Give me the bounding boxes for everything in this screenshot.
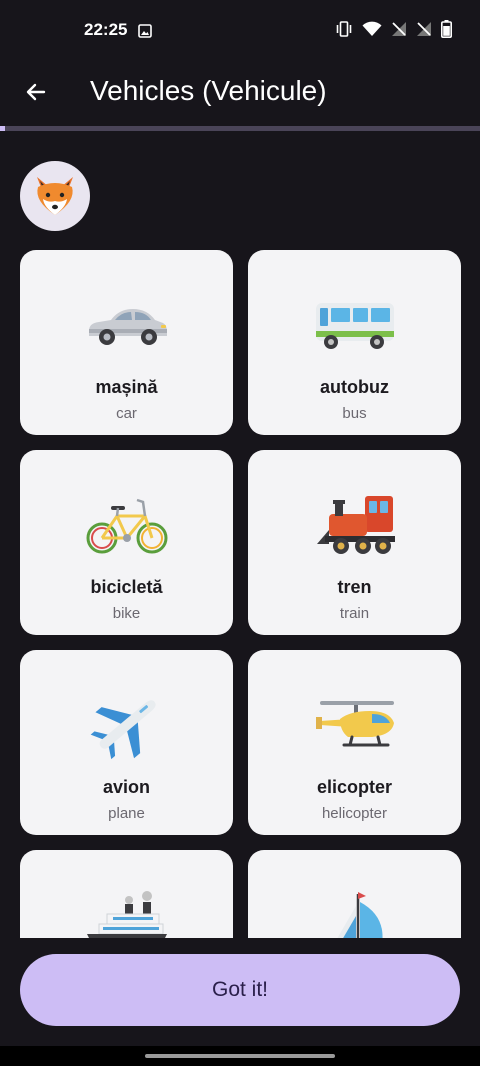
card-translation: plane — [108, 805, 145, 822]
card-word: autobuz — [320, 377, 389, 397]
lesson-progress-bar — [0, 126, 480, 131]
bicycle-icon — [20, 490, 233, 560]
arrow-left-icon — [26, 83, 46, 101]
no-signal-icon — [416, 21, 432, 42]
wifi-icon — [362, 21, 382, 42]
card-translation: bus — [342, 405, 367, 422]
vehicle-card-ship[interactable] — [20, 850, 233, 938]
card-word: mașină — [95, 377, 158, 397]
sailboat-icon — [248, 890, 461, 938]
card-translation: car — [116, 405, 137, 422]
vibrate-icon — [335, 20, 353, 43]
airplane-icon — [20, 690, 233, 760]
card-translation: bike — [112, 605, 141, 622]
locomotive-icon — [248, 490, 461, 560]
card-word: avion — [102, 777, 150, 797]
vehicle-card-sailboat[interactable] — [248, 850, 461, 938]
vehicle-card-bike[interactable]: bicicletă bike — [20, 450, 233, 635]
system-nav-bar — [0, 1046, 480, 1066]
vehicle-card-train[interactable]: tren train — [248, 450, 461, 635]
status-bar: 22:25 — [0, 0, 480, 62]
vehicle-grid: mașină car autobuz bus bicicletă bike tr… — [0, 250, 480, 938]
vehicle-card-helicopter[interactable]: elicopter helicopter — [248, 650, 461, 835]
vehicle-card-plane[interactable]: avion plane — [20, 650, 233, 835]
vehicle-card-car[interactable]: mașină car — [20, 250, 233, 435]
avatar — [20, 161, 90, 231]
page-title: Vehicles (Vehicule) — [90, 75, 327, 106]
app-bar: Vehicles (Vehicule) — [0, 62, 480, 124]
status-time: 22:25 — [84, 20, 128, 39]
card-word: bicicletă — [90, 577, 163, 597]
status-icons — [335, 20, 452, 43]
got-it-button[interactable]: Got it! — [20, 954, 460, 1026]
no-signal-icon — [391, 21, 407, 42]
fox-icon — [37, 177, 73, 215]
card-word: elicopter — [316, 777, 393, 797]
back-button[interactable] — [18, 74, 54, 110]
helicopter-icon — [248, 690, 461, 760]
card-word: tren — [337, 577, 372, 597]
home-indicator[interactable] — [145, 1054, 335, 1058]
bus-icon — [248, 290, 461, 360]
ship-icon — [20, 890, 233, 938]
card-translation: helicopter — [321, 805, 388, 822]
battery-icon — [441, 20, 452, 43]
card-translation: train — [339, 605, 370, 622]
vehicle-grid-viewport: mașină car autobuz bus bicicletă bike tr… — [0, 250, 480, 938]
image-icon — [138, 24, 152, 43]
vehicle-card-bus[interactable]: autobuz bus — [248, 250, 461, 435]
car-icon — [20, 290, 233, 360]
lesson-progress-fill — [0, 126, 5, 131]
